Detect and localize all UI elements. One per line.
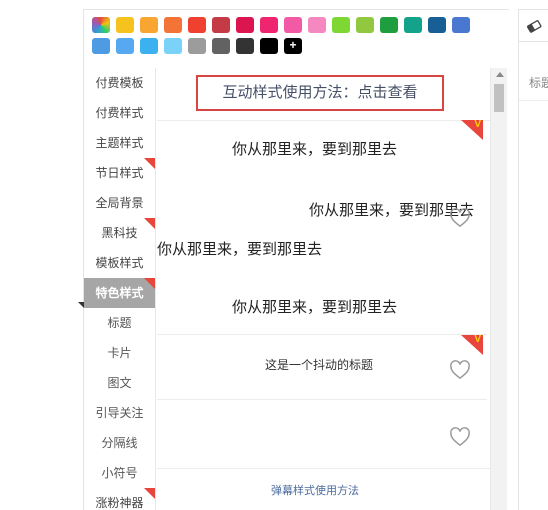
color-picker-icon[interactable] [92, 17, 110, 33]
sidebar-item-10[interactable]: 卡片 [84, 338, 155, 368]
divider [157, 120, 490, 121]
new-corner-badge [144, 488, 155, 499]
eraser-button[interactable] [519, 10, 548, 42]
divider [157, 399, 487, 400]
color-swatch-row2-5[interactable] [188, 38, 206, 54]
style-preview-list: 互动样式使用方法：点击查看 V 你从那里来，要到那里去 你从那里来，要到那里去 … [157, 68, 490, 510]
divider [519, 100, 548, 101]
color-swatch-row1-14[interactable] [404, 17, 422, 33]
color-palette-row-2: + [92, 38, 507, 54]
color-swatch-row1-11[interactable] [332, 17, 350, 33]
like-heart-icon[interactable] [449, 427, 471, 447]
color-swatch-row2-4[interactable] [164, 38, 182, 54]
sidebar-item-label: 引导关注 [95, 406, 144, 420]
editor-page: + 付费模板 付费样式 主题样式 节日样式 全局背景 黑科技 模板样式 特色样式 标题 卡片 图文引… [0, 0, 548, 510]
sidebar-item-label: 图文 [107, 376, 132, 390]
sidebar-item-1[interactable]: 付费模板 [84, 68, 155, 98]
sidebar-item-11[interactable]: 图文 [84, 368, 155, 398]
title-field-label: 标题 [529, 76, 548, 90]
color-swatch-row1-15[interactable] [428, 17, 446, 33]
sidebar-item-8[interactable]: 特色样式 [78, 278, 155, 308]
color-swatch-row1-2[interactable] [116, 17, 134, 33]
sidebar-item-3[interactable]: 主题样式 [84, 128, 155, 158]
eraser-icon [527, 20, 542, 33]
color-swatch-row1-7[interactable] [236, 17, 254, 33]
barrage-style-help-link[interactable]: 弹幕样式使用方法 [271, 482, 359, 498]
color-swatch-row2-2[interactable] [116, 38, 134, 54]
style-library-panel: + 付费模板付费样式主题样式节日样式全局背景黑科技模板样式特色样式标题卡片图文引… [78, 9, 509, 510]
color-swatch-row1-12[interactable] [356, 17, 374, 33]
properties-panel: 标题 [518, 9, 548, 510]
sidebar-item-label: 黑科技 [101, 226, 138, 240]
color-swatch-row1-6[interactable] [212, 17, 230, 33]
sidebar-item-label: 付费样式 [95, 106, 144, 120]
sidebar-item-label: 模板样式 [95, 256, 144, 270]
vertical-scrollbar[interactable] [490, 68, 507, 510]
demo-text-left[interactable]: 你从那里来，要到那里去 [157, 238, 322, 259]
color-swatch-row1-3[interactable] [140, 17, 158, 33]
color-swatch-row1-8[interactable] [260, 17, 278, 33]
like-heart-icon[interactable] [449, 360, 471, 380]
sidebar-item-15[interactable]: 涨粉神器 [84, 488, 155, 510]
sidebar-item-12[interactable]: 引导关注 [84, 398, 155, 428]
color-palette-row-1 [92, 17, 507, 33]
color-swatch-row1-9[interactable] [284, 17, 302, 33]
new-corner-badge [144, 278, 155, 289]
sidebar-item-label: 标题 [107, 316, 132, 330]
sidebar-item-label: 节日样式 [95, 166, 144, 180]
sidebar-item-label: 特色样式 [95, 286, 144, 300]
sidebar-item-14[interactable]: 小符号 [84, 458, 155, 488]
color-swatch-row2-3[interactable] [140, 38, 158, 54]
sidebar-item-label: 主题样式 [95, 136, 144, 150]
sidebar-item-6[interactable]: 黑科技 [84, 218, 155, 248]
demo-text-centered-2[interactable]: 你从那里来，要到那里去 [232, 296, 397, 317]
sidebar-item-label: 小符号 [101, 466, 138, 480]
color-swatch-row1-16[interactable] [452, 17, 470, 33]
new-badge: V [461, 334, 483, 355]
sidebar-item-4[interactable]: 节日样式 [84, 158, 155, 188]
new-corner-badge [144, 218, 155, 229]
divider [157, 334, 487, 335]
shaking-title-demo[interactable]: 这是一个抖动的标题 [265, 356, 373, 373]
sidebar-item-5[interactable]: 全局背景 [84, 188, 155, 218]
sidebar-item-2[interactable]: 付费样式 [84, 98, 155, 128]
color-swatch-row1-4[interactable] [164, 17, 182, 33]
new-corner-badge [144, 158, 155, 169]
interactive-style-hint[interactable]: 互动样式使用方法：点击查看 [196, 75, 444, 111]
color-swatch-row2-7[interactable] [236, 38, 254, 54]
sidebar-item-label: 全局背景 [95, 196, 144, 210]
scroll-thumb[interactable] [494, 84, 504, 112]
demo-text-centered[interactable]: 你从那里来，要到那里去 [232, 138, 397, 159]
sidebar-item-7[interactable]: 模板样式 [84, 248, 155, 278]
add-color-icon[interactable]: + [284, 38, 302, 54]
divider [157, 468, 490, 469]
color-swatch-row1-13[interactable] [380, 17, 398, 33]
color-swatch-row2-1[interactable] [92, 38, 110, 54]
color-swatch-row1-5[interactable] [188, 17, 206, 33]
color-palette: + [92, 17, 507, 59]
scroll-up-arrow-icon[interactable] [496, 72, 504, 77]
sidebar-item-label: 涨粉神器 [95, 496, 144, 510]
sidebar-item-label: 付费模板 [95, 76, 144, 90]
color-swatch-row2-8[interactable] [260, 38, 278, 54]
color-swatch-row1-10[interactable] [308, 17, 326, 33]
sidebar-item-9[interactable]: 标题 [84, 308, 155, 338]
like-heart-icon[interactable] [449, 208, 471, 228]
sidebar-item-label: 卡片 [107, 346, 132, 360]
new-badge: V [461, 119, 483, 140]
sidebar-item-13[interactable]: 分隔线 [84, 428, 155, 458]
style-category-sidebar: 付费模板付费样式主题样式节日样式全局背景黑科技模板样式特色样式标题卡片图文引导关… [78, 68, 156, 510]
sidebar-item-label: 分隔线 [101, 436, 138, 450]
color-swatch-row2-6[interactable] [212, 38, 230, 54]
